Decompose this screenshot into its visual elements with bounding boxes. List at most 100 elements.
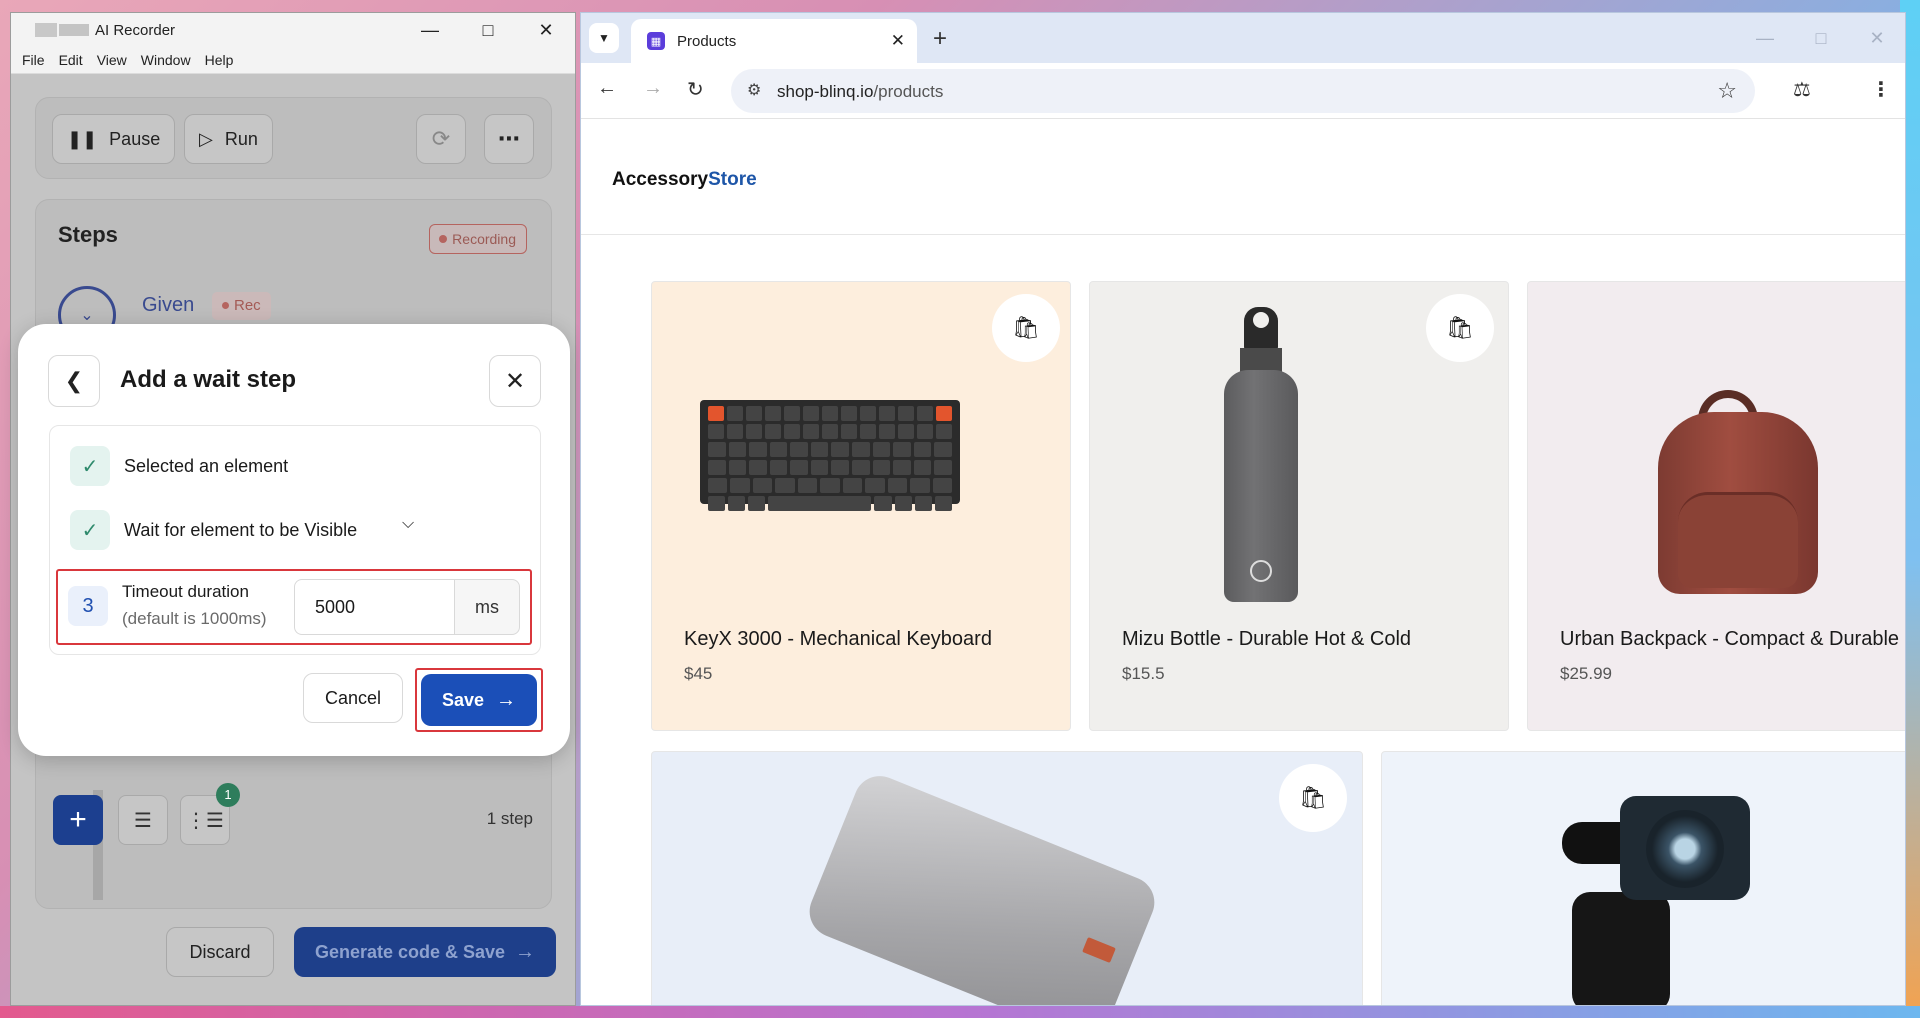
new-tab-icon[interactable]: +	[933, 25, 947, 53]
rec-badge: Rec	[212, 292, 271, 320]
logo-main: Accessory	[612, 169, 709, 190]
browser-window-controls: — □ ✕	[1737, 13, 1905, 63]
discard-button[interactable]: Discard	[166, 927, 274, 977]
site-info-icon[interactable]: ⚙	[747, 80, 761, 100]
dialog-close-button[interactable]: ✕	[489, 355, 541, 407]
checklist-button[interactable]: ☰	[118, 795, 168, 845]
save-button[interactable]: Save →	[421, 674, 537, 726]
run-label: Run	[224, 128, 258, 149]
menu-view[interactable]: View	[94, 52, 130, 68]
check-icon: ✓	[70, 446, 110, 486]
forward-arrow-icon[interactable]: →	[643, 77, 663, 100]
window-controls: — □ ✕	[401, 13, 575, 47]
more-options-button[interactable]: ⋯	[484, 114, 534, 164]
close-window-icon[interactable]: ✕	[517, 13, 575, 47]
labs-flask-icon[interactable]: ⚖	[1793, 77, 1811, 102]
steps-count-badge: 1	[216, 783, 240, 807]
product-price: $15.5	[1122, 664, 1165, 683]
store-page: AccessoryStore 🛍 KeyX 3000 - Mechanical …	[581, 119, 1905, 1005]
pause-label: Pause	[109, 128, 161, 149]
save-highlight: Save →	[415, 668, 543, 732]
store-header: AccessoryStore	[581, 119, 1905, 235]
generate-label: Generate code & Save	[314, 941, 506, 962]
reload-icon[interactable]: ↻	[687, 77, 704, 102]
url-text: shop-blinq.io/products	[777, 82, 943, 102]
shopping-bag-icon[interactable]: 🛍	[1279, 764, 1347, 832]
chevron-left-icon: ❮	[64, 368, 84, 393]
menu-window[interactable]: Window	[138, 52, 194, 68]
timeout-row: 3 Timeout duration (default is 1000ms) m…	[56, 569, 532, 645]
selected-element-label: Selected an element	[124, 456, 289, 476]
generate-code-save-button[interactable]: Generate code & Save →	[294, 927, 556, 977]
product-name[interactable]: Mizu Bottle - Durable Hot & Cold	[1122, 628, 1411, 651]
menu-edit[interactable]: Edit	[56, 52, 86, 68]
product-card-keyboard[interactable]: 🛍 KeyX 3000 - Mechanical Keyboard $45	[651, 281, 1071, 731]
favicon-icon: ▦	[647, 32, 665, 50]
steps-bottom-bar: + ☰ ⋮☰ 1 1 step	[36, 783, 553, 855]
back-button[interactable]: ❮	[48, 355, 100, 407]
url-host: shop-blinq.io	[777, 82, 874, 101]
step-number: 3	[68, 586, 108, 626]
given-label: Given	[142, 294, 195, 316]
address-bar[interactable]: ⚙ shop-blinq.io/products ☆	[731, 69, 1755, 113]
timeout-unit: ms	[454, 579, 520, 635]
close-window-icon[interactable]: ✕	[1849, 13, 1905, 63]
timeout-input[interactable]	[294, 579, 454, 635]
close-tab-icon[interactable]: ✕	[891, 31, 905, 51]
window-title: AI Recorder	[95, 21, 176, 39]
maximize-icon[interactable]: □	[459, 13, 517, 47]
browser-window: ▼ ▦ Products ✕ + — □ ✕ ← → ↻ ⚙ shop-blin…	[580, 12, 1906, 1006]
more-vertical-icon[interactable]: ⋮	[1871, 77, 1891, 102]
chevron-down-icon[interactable]: ⌵	[402, 515, 414, 533]
url-path: /products	[873, 82, 944, 101]
camera-lens	[1646, 810, 1724, 888]
tab-search-button[interactable]: ▼	[589, 23, 619, 53]
app-name-blurred	[59, 24, 89, 36]
minimize-icon[interactable]: —	[401, 13, 459, 47]
menu-bar: File Edit View Window Help	[11, 47, 575, 74]
maximize-icon[interactable]: □	[1793, 13, 1849, 63]
backpack-pocket	[1678, 492, 1798, 588]
add-wait-step-dialog: ❮ Add a wait step ✕ ✓ Selected an elemen…	[18, 324, 570, 756]
run-button[interactable]: ▷ Run	[184, 114, 273, 164]
tab-products[interactable]: ▦ Products ✕	[631, 19, 917, 63]
toolbar-panel: ❚❚ Pause ▷ Run ⟳ ⋯	[35, 97, 552, 179]
cancel-button[interactable]: Cancel	[303, 673, 403, 723]
shopping-bag-icon[interactable]: 🛍	[1426, 294, 1494, 362]
refresh-icon: ⟳	[431, 126, 451, 151]
back-arrow-icon[interactable]: ←	[597, 77, 617, 100]
add-step-button[interactable]: +	[53, 795, 103, 845]
steps-title: Steps	[58, 222, 118, 247]
menu-file[interactable]: File	[19, 52, 48, 68]
recording-badge: Recording	[429, 224, 527, 254]
product-price: $45	[684, 664, 713, 683]
chevron-down-icon: ⌄	[80, 307, 94, 324]
pause-button[interactable]: ❚❚ Pause	[52, 114, 176, 164]
product-name[interactable]: Urban Backpack - Compact & Durable	[1560, 628, 1899, 651]
product-card-powerbank[interactable]: 🛍	[651, 751, 1363, 1005]
product-name[interactable]: KeyX 3000 - Mechanical Keyboard	[684, 628, 992, 651]
timeout-label: Timeout duration	[122, 582, 249, 601]
refresh-button[interactable]: ⟳	[416, 114, 466, 164]
minimize-icon[interactable]: —	[1737, 13, 1793, 63]
save-label: Save	[441, 689, 485, 710]
product-card-camera[interactable]	[1381, 751, 1905, 1005]
play-icon: ▷	[199, 128, 213, 149]
checklist-icon: ☰	[134, 809, 152, 832]
menu-help[interactable]: Help	[202, 52, 237, 68]
logo-accent: Store	[708, 169, 757, 190]
browser-toolbar: ← → ↻ ⚙ shop-blinq.io/products ☆ ⚖ ⋮	[581, 63, 1905, 119]
wait-step-form: ✓ Selected an element ✓ Wait for element…	[49, 425, 541, 655]
bottle-image	[1244, 307, 1278, 351]
close-icon: ✕	[504, 367, 526, 395]
bookmark-star-icon[interactable]: ☆	[1717, 78, 1737, 104]
product-card-backpack[interactable]: Urban Backpack - Compact & Durable $25.9…	[1527, 281, 1905, 731]
timeout-sublabel: (default is 1000ms)	[122, 609, 267, 628]
store-logo[interactable]: AccessoryStore	[612, 169, 757, 191]
tab-strip: ▼ ▦ Products ✕ + — □ ✕	[581, 13, 1905, 63]
shopping-bag-icon[interactable]: 🛍	[992, 294, 1060, 362]
wait-condition-dropdown[interactable]: Wait for element to be Visible	[124, 520, 357, 541]
keyboard-image	[700, 400, 960, 511]
product-card-bottle[interactable]: 🛍 Mizu Bottle - Durable Hot & Cold $15.5	[1089, 281, 1509, 731]
pause-icon: ❚❚	[67, 128, 98, 149]
